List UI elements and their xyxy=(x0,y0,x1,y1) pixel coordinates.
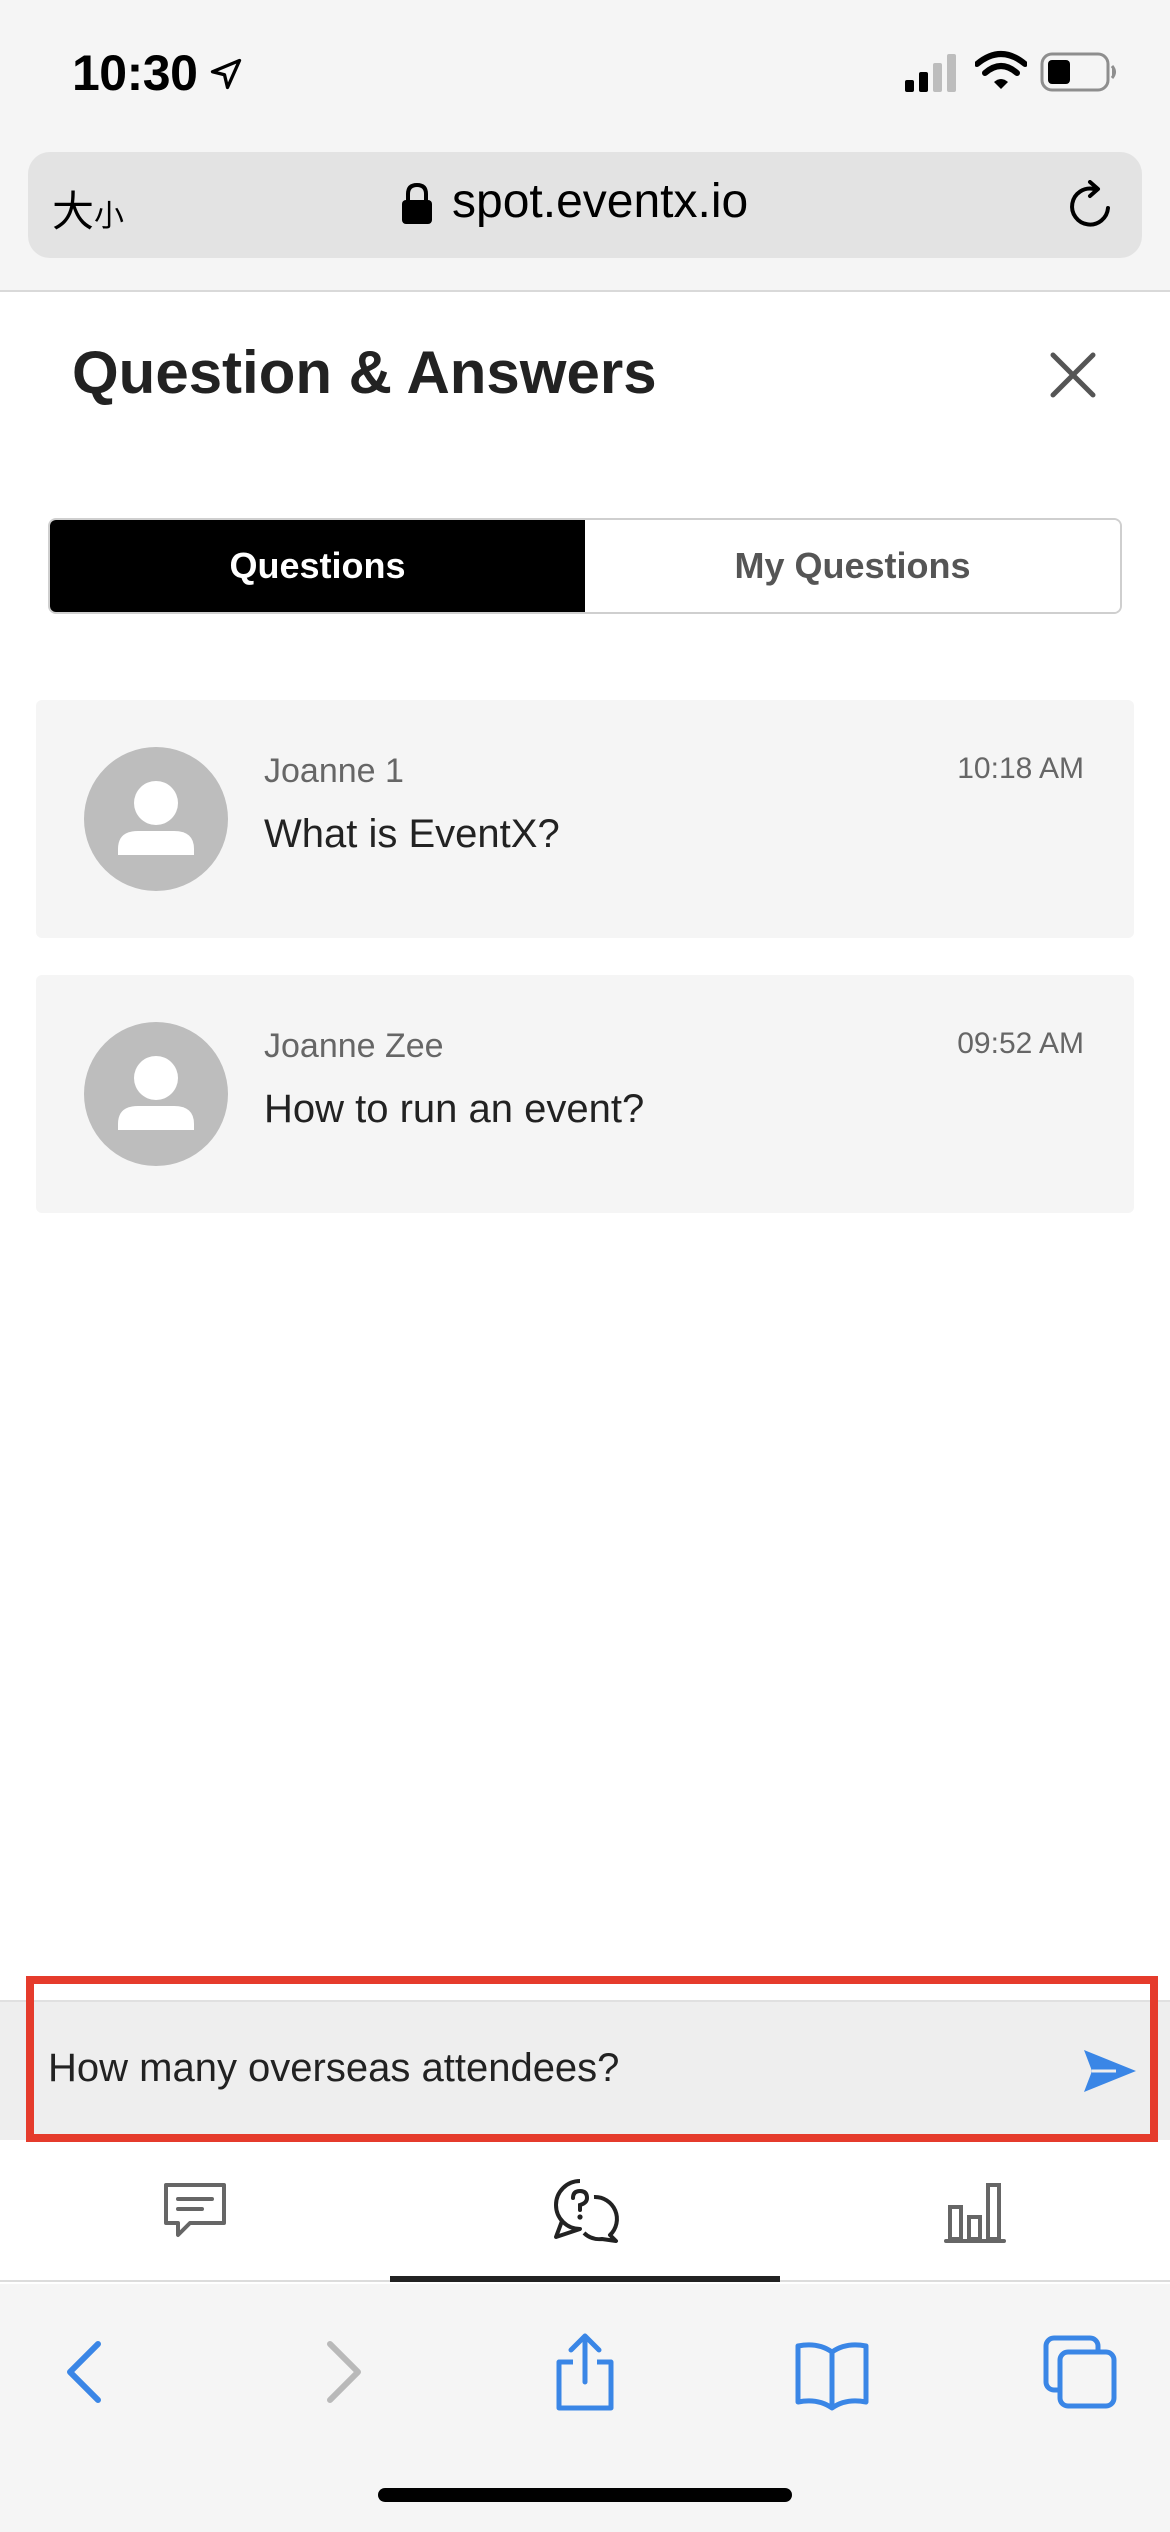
user-avatar-icon xyxy=(118,781,194,855)
chevron-left-icon xyxy=(67,2341,101,2403)
text-size-button[interactable]: 大小 xyxy=(52,178,124,239)
url-text: spot.eventx.io xyxy=(452,175,749,228)
tab-qa[interactable] xyxy=(390,2142,780,2282)
question-author: Joanne 1 xyxy=(264,752,404,790)
tab-chat[interactable] xyxy=(0,2142,390,2282)
book-icon xyxy=(795,2342,869,2411)
poll-chart-icon xyxy=(944,2183,1006,2243)
qa-icon xyxy=(554,2179,619,2243)
text-size-big-label: 大 xyxy=(52,187,95,236)
chevron-right-icon xyxy=(327,2341,361,2403)
tab-questions[interactable]: Questions xyxy=(50,520,585,612)
avatar xyxy=(84,747,228,891)
address-bar[interactable]: 大小 spot.eventx.io xyxy=(28,152,1142,258)
tab-my-questions[interactable]: My Questions xyxy=(585,520,1120,612)
location-arrow-icon xyxy=(210,58,242,90)
close-icon[interactable] xyxy=(1048,350,1098,400)
question-time: 10:18 AM xyxy=(957,752,1084,785)
qa-tabs: Questions My Questions xyxy=(48,518,1122,614)
question-author: Joanne Zee xyxy=(264,1027,444,1065)
bookmarks-button[interactable] xyxy=(792,2332,872,2412)
question-composer xyxy=(0,2000,1170,2140)
battery-icon xyxy=(1040,52,1116,92)
status-time: 10:30 xyxy=(72,45,198,101)
question-input[interactable] xyxy=(48,2038,1048,2098)
share-button[interactable] xyxy=(545,2332,625,2412)
share-icon xyxy=(556,2333,614,2411)
cellular-signal-icon xyxy=(905,54,956,92)
user-avatar-icon xyxy=(118,1056,194,1130)
tabs-button[interactable] xyxy=(1040,2332,1120,2412)
home-indicator xyxy=(378,2488,792,2502)
wifi-icon xyxy=(975,51,1027,89)
forward-button[interactable] xyxy=(300,2332,380,2412)
question-text: What is EventX? xyxy=(264,812,560,856)
question-text: How to run an event? xyxy=(264,1087,645,1131)
question-card[interactable]: Joanne Zee 09:52 AM How to run an event? xyxy=(36,975,1134,1213)
send-icon[interactable] xyxy=(1082,2046,1138,2096)
avatar xyxy=(84,1022,228,1166)
lock-icon xyxy=(402,182,432,224)
browser-address-area: 大小 spot.eventx.io xyxy=(0,150,1170,292)
page-title: Question & Answers xyxy=(72,339,657,406)
chat-icon xyxy=(164,2183,226,2237)
status-bar: 10:30 xyxy=(0,0,1170,150)
question-card[interactable]: Joanne 1 10:18 AM What is EventX? xyxy=(36,700,1134,938)
app-tab-bar xyxy=(0,2142,1170,2282)
back-button[interactable] xyxy=(48,2332,128,2412)
question-time: 09:52 AM xyxy=(957,1027,1084,1060)
reload-icon[interactable] xyxy=(1064,180,1116,232)
tab-poll[interactable] xyxy=(780,2142,1170,2282)
tabs-overview-icon xyxy=(1043,2335,1117,2409)
text-size-small-label: 小 xyxy=(94,199,125,234)
